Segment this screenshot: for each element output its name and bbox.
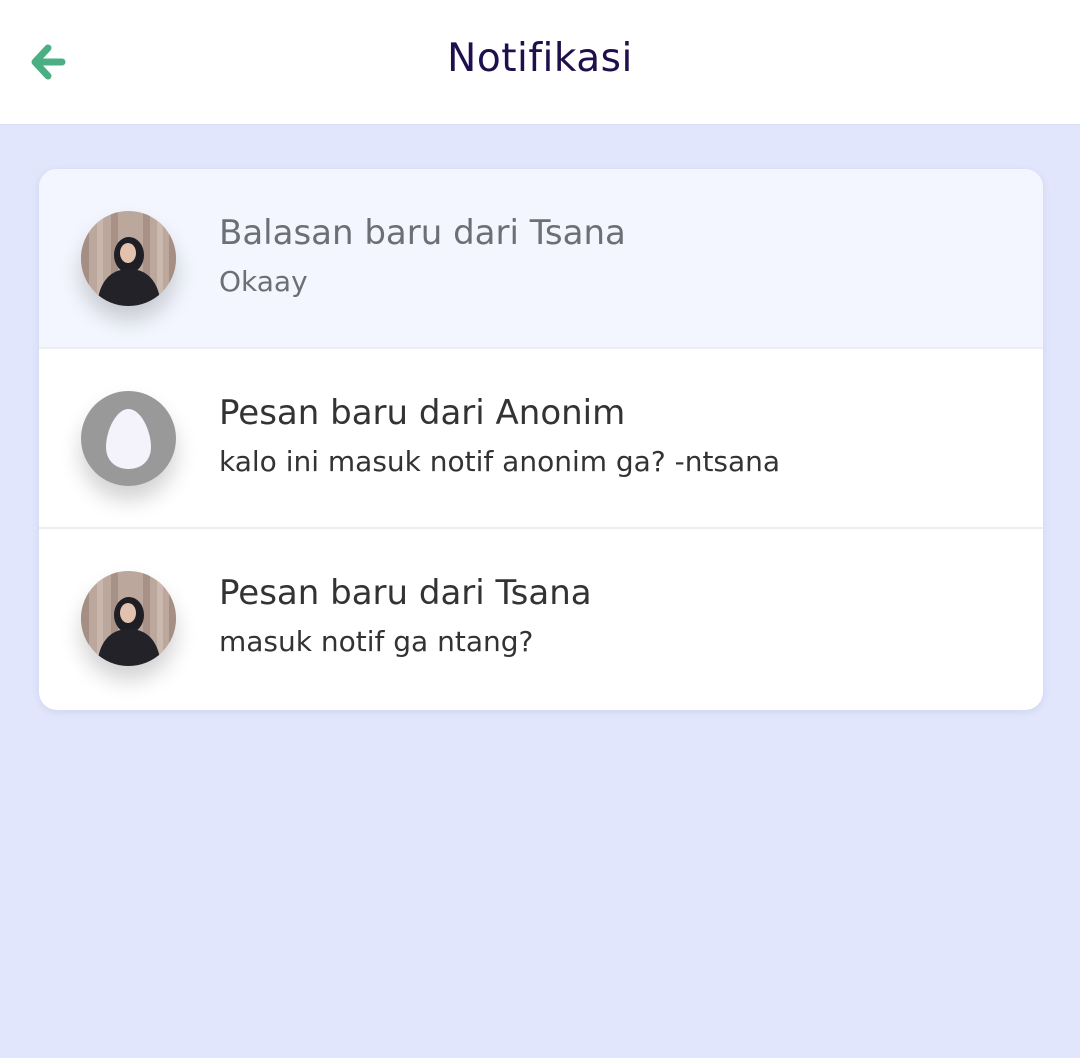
page-title: Notifikasi [447,36,633,81]
user-photo-icon [81,211,176,306]
notification-message: masuk notif ga ntang? [219,625,534,658]
notification-title: Pesan baru dari Tsana [219,573,592,613]
notification-item[interactable]: Pesan baru dari Tsana masuk notif ga nta… [39,529,1043,710]
user-photo-icon [81,571,176,666]
notification-text: Balasan baru dari Tsana Okaay [219,213,626,298]
avatar [81,571,176,666]
notification-message: kalo ini masuk notif anonim ga? -ntsana [219,445,781,478]
notification-title: Pesan baru dari Anonim [219,393,626,433]
avatar [81,391,176,486]
notification-list: Balasan baru dari Tsana Okaay Pesan baru… [39,169,1043,710]
notification-item[interactable]: Pesan baru dari Anonim kalo ini masuk no… [39,349,1043,529]
notification-text: Pesan baru dari Tsana masuk notif ga nta… [219,573,592,658]
anonymous-egg-icon [81,391,176,486]
notification-title: Balasan baru dari Tsana [219,213,626,253]
notification-message: Okaay [219,265,308,298]
avatar [81,211,176,306]
notification-item[interactable]: Balasan baru dari Tsana Okaay [39,169,1043,349]
app-header: Notifikasi [0,0,1080,125]
notification-text: Pesan baru dari Anonim kalo ini masuk no… [219,393,780,478]
